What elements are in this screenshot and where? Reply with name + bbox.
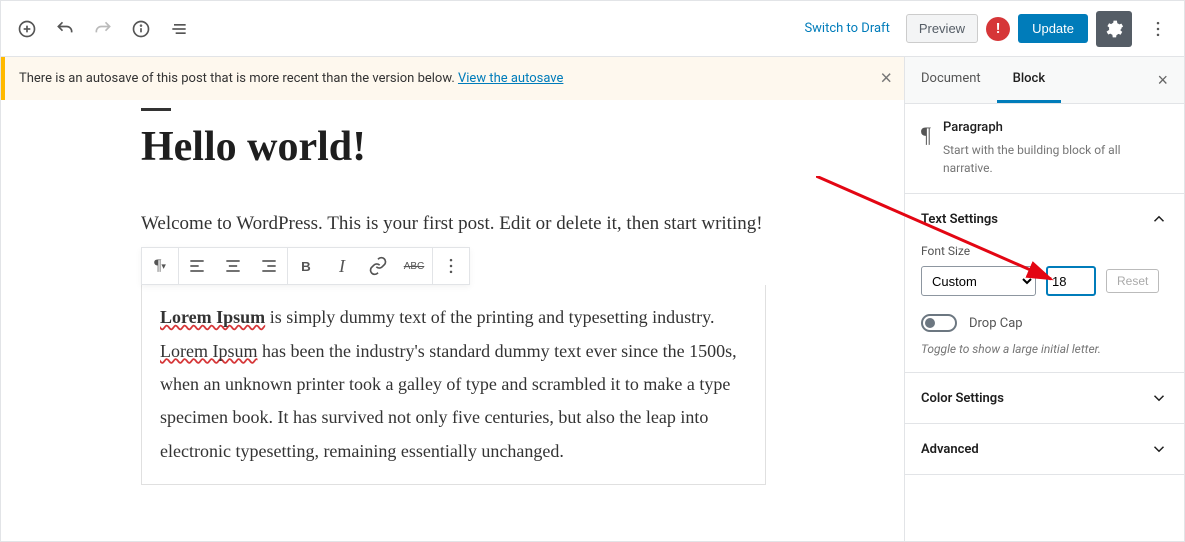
sidebar-tabs: Document Block × <box>905 57 1184 104</box>
title-accent <box>141 108 171 111</box>
text-settings-header[interactable]: Text Settings <box>921 210 1168 228</box>
text-settings-panel: Text Settings Font Size Custom Reset Dro… <box>905 194 1184 373</box>
lorem-underlined: Lorem Ipsum <box>160 341 257 361</box>
advanced-panel[interactable]: Advanced <box>905 424 1184 475</box>
close-notice-button[interactable]: × <box>880 67 892 90</box>
font-size-input[interactable] <box>1046 266 1096 296</box>
redo-button[interactable] <box>85 11 121 47</box>
font-size-reset-button[interactable]: Reset <box>1106 269 1159 293</box>
view-autosave-link[interactable]: View the autosave <box>458 71 563 86</box>
add-block-button[interactable] <box>9 11 45 47</box>
chevron-down-icon <box>1150 389 1168 407</box>
tab-document[interactable]: Document <box>905 57 997 103</box>
undo-button[interactable] <box>47 11 83 47</box>
align-center-button[interactable] <box>215 248 251 284</box>
block-info: ¶ Paragraph Start with the building bloc… <box>905 104 1184 194</box>
settings-button[interactable] <box>1096 11 1132 47</box>
chevron-down-icon <box>1150 440 1168 458</box>
align-left-button[interactable] <box>179 248 215 284</box>
block-type-desc: Start with the building block of all nar… <box>943 141 1168 177</box>
drop-cap-help: Toggle to show a large initial letter. <box>921 342 1168 356</box>
alert-icon[interactable]: ! <box>986 17 1010 41</box>
text-settings-title: Text Settings <box>921 212 998 227</box>
italic-button[interactable]: I <box>324 248 360 284</box>
block-p1: is simply dummy text of the printing and… <box>265 307 714 327</box>
outline-button[interactable] <box>161 11 197 47</box>
close-sidebar-button[interactable]: × <box>1149 62 1176 99</box>
block-type-title: Paragraph <box>943 120 1168 135</box>
align-right-button[interactable] <box>251 248 287 284</box>
preview-button[interactable]: Preview <box>906 14 978 43</box>
advanced-title: Advanced <box>921 442 979 457</box>
more-options-button[interactable] <box>1140 11 1176 47</box>
top-toolbar: Switch to Draft Preview ! Update <box>1 1 1184 57</box>
strikethrough-button[interactable]: ABC <box>396 248 432 284</box>
switch-to-draft-link[interactable]: Switch to Draft <box>804 21 889 36</box>
drop-cap-toggle[interactable] <box>921 314 957 332</box>
lorem-strong: Lorem Ipsum <box>160 307 265 327</box>
post-title[interactable]: Hello world! <box>141 123 781 171</box>
drop-cap-label: Drop Cap <box>969 316 1023 331</box>
font-size-select[interactable]: Custom <box>921 266 1036 296</box>
paragraph-icon: ¶ <box>921 120 931 177</box>
paragraph-block[interactable]: Lorem Ipsum is simply dummy text of the … <box>141 285 766 484</box>
welcome-paragraph[interactable]: Welcome to WordPress. This is your first… <box>141 209 781 239</box>
autosave-notice: There is an autosave of this post that i… <box>1 57 904 100</box>
font-size-label: Font Size <box>921 244 1168 258</box>
bold-button[interactable]: B <box>288 248 324 284</box>
link-button[interactable] <box>360 248 396 284</box>
settings-sidebar: Document Block × ¶ Paragraph Start with … <box>904 57 1184 541</box>
tab-block[interactable]: Block <box>997 57 1061 103</box>
editor-column: There is an autosave of this post that i… <box>1 57 904 541</box>
chevron-up-icon <box>1150 210 1168 228</box>
block-more-button[interactable] <box>433 248 469 284</box>
block-toolbar: ¶▾ B I ABC <box>141 247 470 285</box>
block-type-button[interactable]: ¶▾ <box>142 248 178 284</box>
color-settings-title: Color Settings <box>921 391 1004 406</box>
info-button[interactable] <box>123 11 159 47</box>
notice-text: There is an autosave of this post that i… <box>19 71 458 86</box>
color-settings-panel[interactable]: Color Settings <box>905 373 1184 424</box>
update-button[interactable]: Update <box>1018 14 1088 43</box>
